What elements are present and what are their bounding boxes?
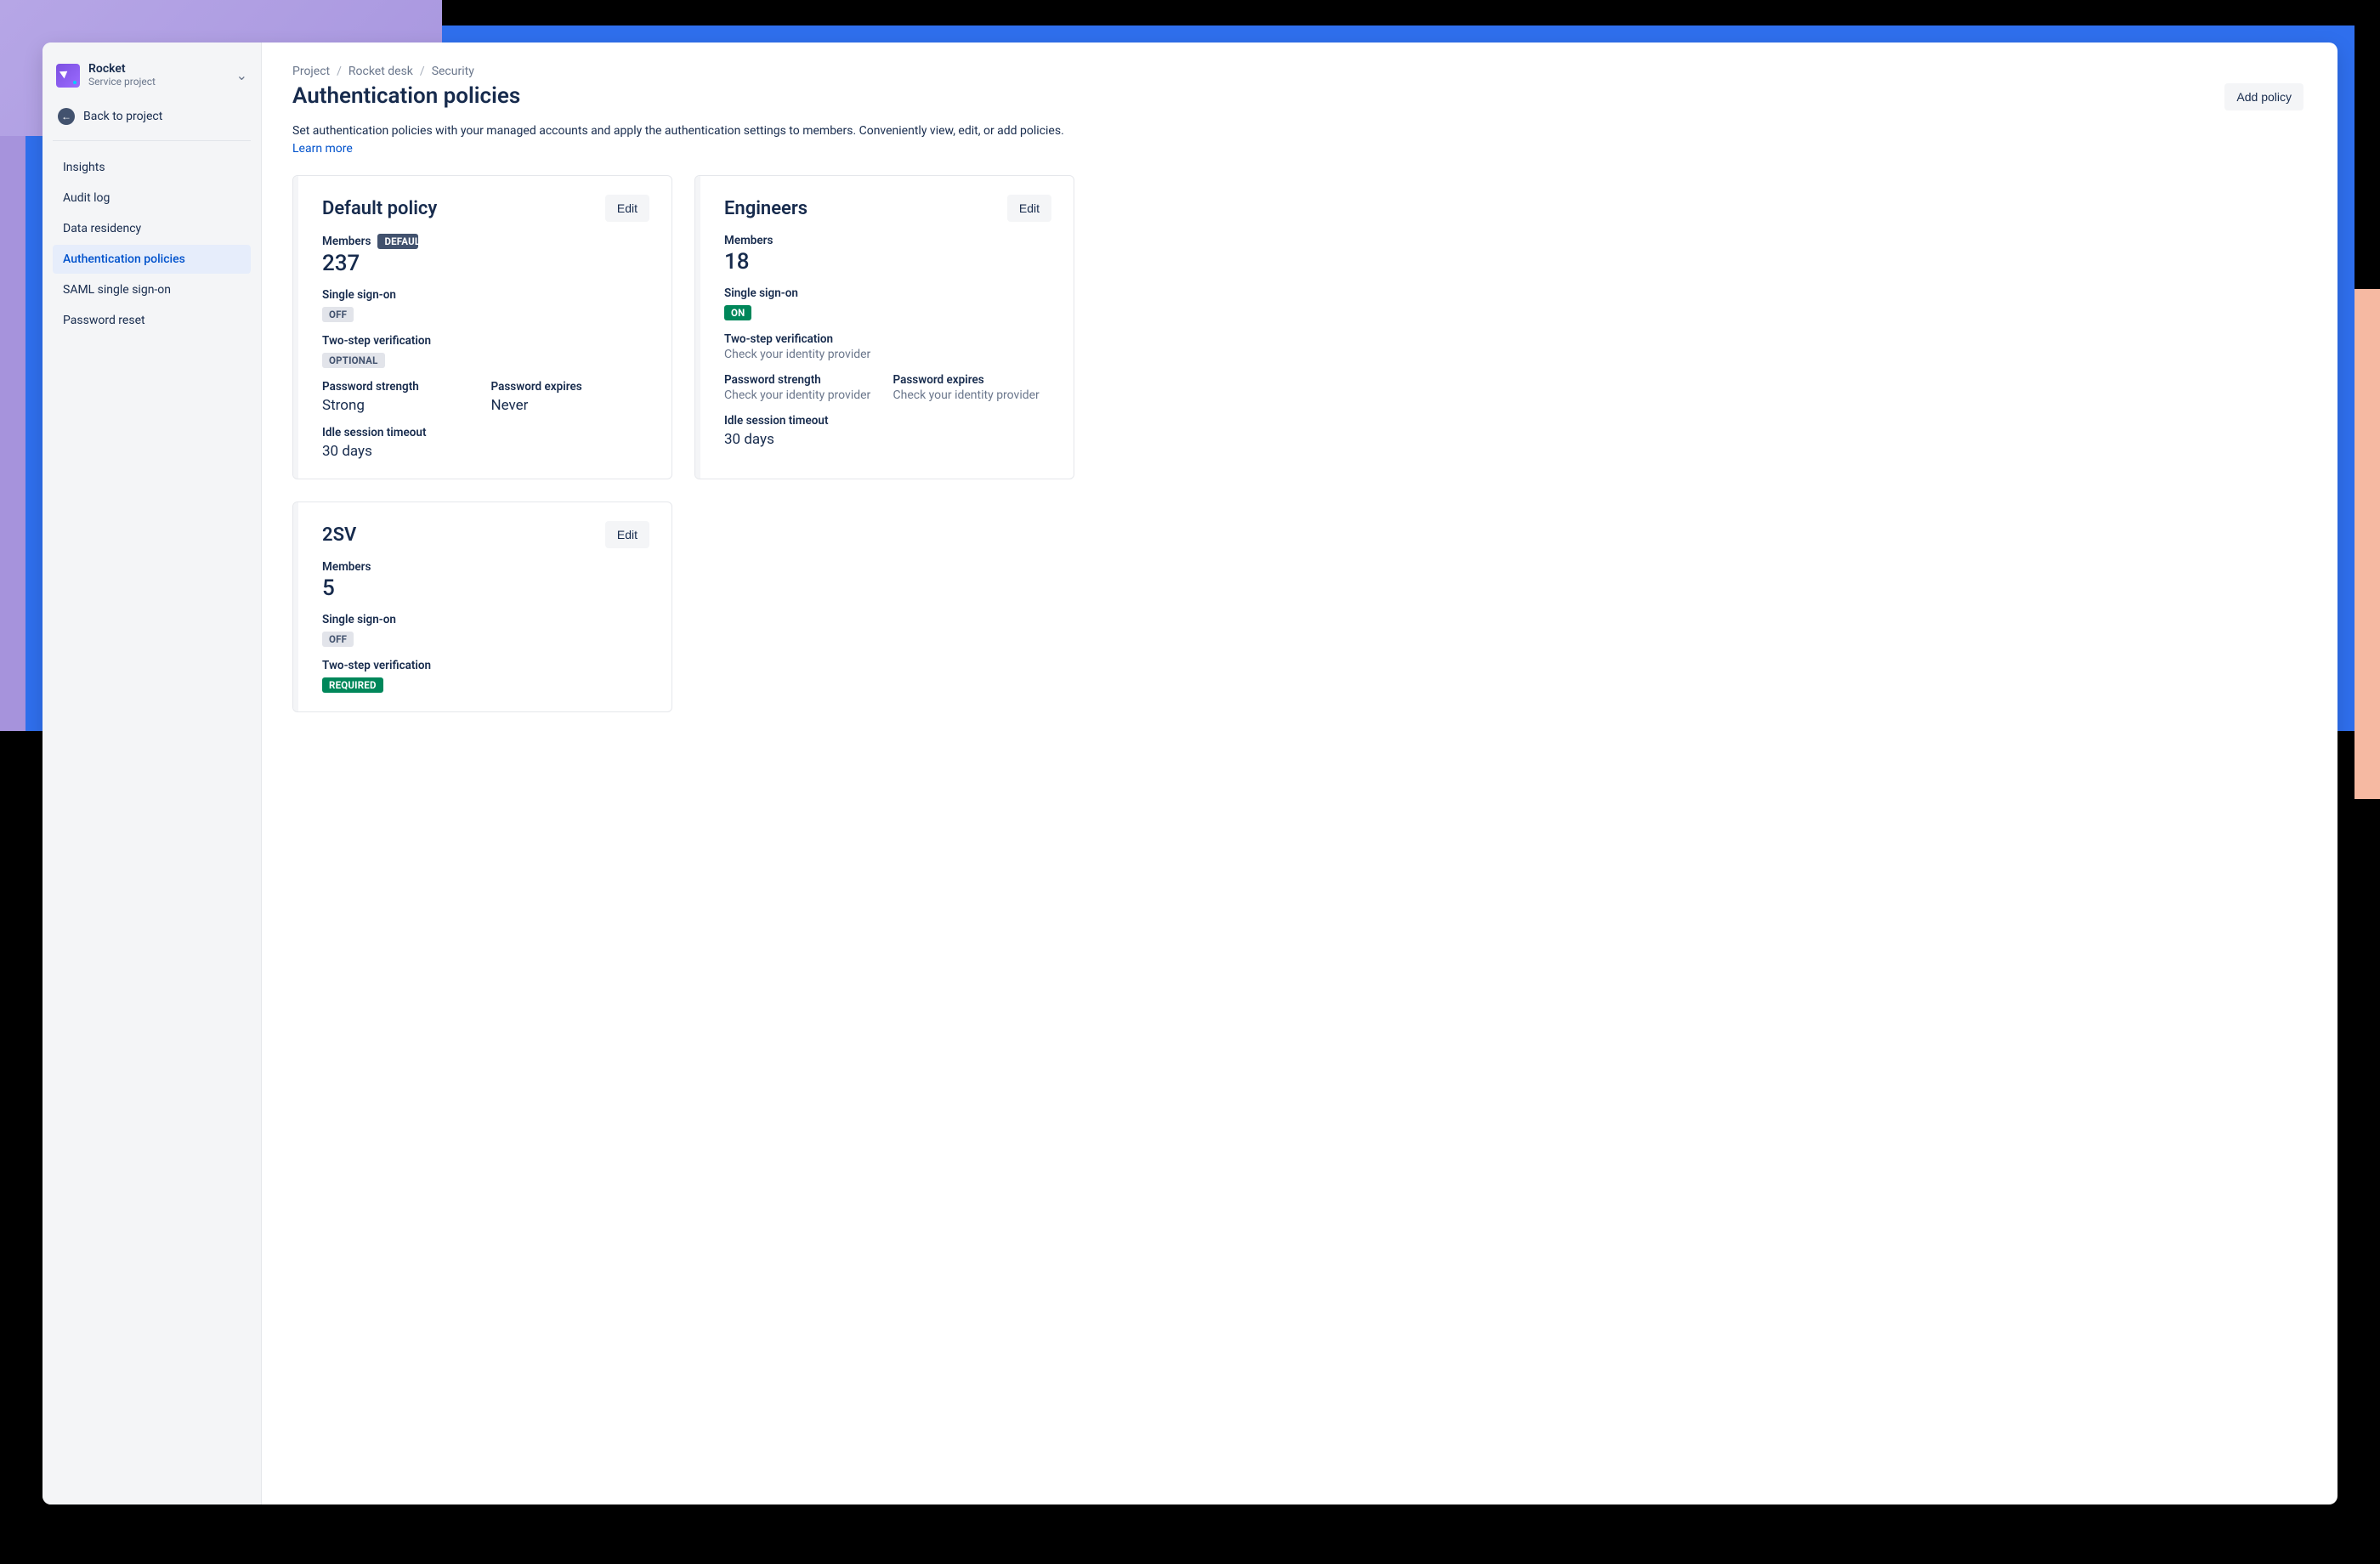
pwd-strength-value: Strong [322,397,481,414]
edit-policy-button[interactable]: Edit [605,521,649,548]
two-step-label: Two-step verification [322,334,649,348]
pwd-expires-label: Password expires [491,380,650,394]
sidebar-item-data-residency[interactable]: Data residency [53,214,251,243]
policy-title: 2SV [322,524,356,546]
page-description: Set authentication policies with your ma… [292,122,1066,158]
policy-card-default: Default policy Edit Members DEFAULT 237 … [292,175,672,479]
project-type: Service project [88,76,156,88]
pwd-expires-value: Never [491,397,650,414]
breadcrumb-separator: / [337,65,342,78]
sso-label: Single sign-on [322,613,649,626]
app-window: Rocket Service project ⌄ ← Back to proje… [42,42,2338,1504]
pwd-expires-value: Check your identity provider [893,388,1052,402]
pwd-strength-label: Password strength [322,380,481,394]
sso-state-badge: ON [724,305,751,320]
breadcrumb: Project / Rocket desk / Security [292,65,2304,78]
idle-timeout-value: 30 days [322,443,649,460]
page-title: Authentication policies [292,83,520,109]
sidebar-item-password-reset[interactable]: Password reset [53,306,251,335]
chevron-down-icon: ⌄ [236,67,247,83]
main-content: Project / Rocket desk / Security Authent… [262,42,2338,1504]
policy-title: Default policy [322,198,437,219]
policy-card-2sv: 2SV Edit Members 5 Single sign-on OFF Tw… [292,502,672,712]
arrow-left-icon: ← [58,108,75,125]
two-step-label: Two-step verification [724,332,1051,346]
project-icon [56,64,80,88]
members-count: 5 [322,575,649,601]
edit-policy-button[interactable]: Edit [1007,195,1051,222]
sidebar-item-authentication-policies[interactable]: Authentication policies [53,245,251,274]
sidebar-item-saml-sso[interactable]: SAML single sign-on [53,275,251,304]
breadcrumb-security[interactable]: Security [432,65,474,78]
edit-policy-button[interactable]: Edit [605,195,649,222]
breadcrumb-separator: / [420,65,425,78]
pwd-expires-label: Password expires [893,373,1052,387]
members-label: Members [322,560,649,574]
back-to-project[interactable]: ← Back to project [53,99,251,140]
two-step-state-badge: REQUIRED [322,677,383,693]
sidebar-nav: Insights Audit log Data residency Authen… [53,153,251,335]
sidebar-divider [53,140,251,141]
members-label: Members [724,234,1051,247]
members-count: 237 [322,251,649,276]
idle-timeout-value: 30 days [724,431,1051,448]
project-switcher[interactable]: Rocket Service project ⌄ [53,60,251,99]
learn-more-link[interactable]: Learn more [292,142,353,156]
two-step-state-badge: OPTIONAL [322,353,385,368]
add-policy-button[interactable]: Add policy [2224,83,2304,110]
sidebar: Rocket Service project ⌄ ← Back to proje… [42,42,262,1504]
pwd-strength-label: Password strength [724,373,883,387]
default-badge: DEFAULT [377,234,418,249]
idle-timeout-label: Idle session timeout [322,426,649,439]
breadcrumb-project[interactable]: Project [292,65,330,78]
policy-grid: Default policy Edit Members DEFAULT 237 … [292,175,1074,712]
policy-card-engineers: Engineers Edit Members 18 Single sign-on… [694,175,1074,479]
policy-title: Engineers [724,198,808,219]
sso-label: Single sign-on [322,288,649,302]
pwd-strength-value: Check your identity provider [724,388,883,402]
sso-label: Single sign-on [724,286,1051,300]
project-name: Rocket [88,63,156,76]
sidebar-item-audit-log[interactable]: Audit log [53,184,251,212]
breadcrumb-rocket-desk[interactable]: Rocket desk [348,65,413,78]
idle-timeout-label: Idle session timeout [724,414,1051,428]
sso-state-badge: OFF [322,632,354,647]
sso-state-badge: OFF [322,307,354,322]
members-count: 18 [724,249,1051,275]
two-step-label: Two-step verification [322,659,649,672]
two-step-value: Check your identity provider [724,348,1051,361]
sidebar-item-insights[interactable]: Insights [53,153,251,182]
members-label: Members [322,235,371,248]
back-label: Back to project [83,110,162,123]
page-description-text: Set authentication policies with your ma… [292,124,1064,138]
